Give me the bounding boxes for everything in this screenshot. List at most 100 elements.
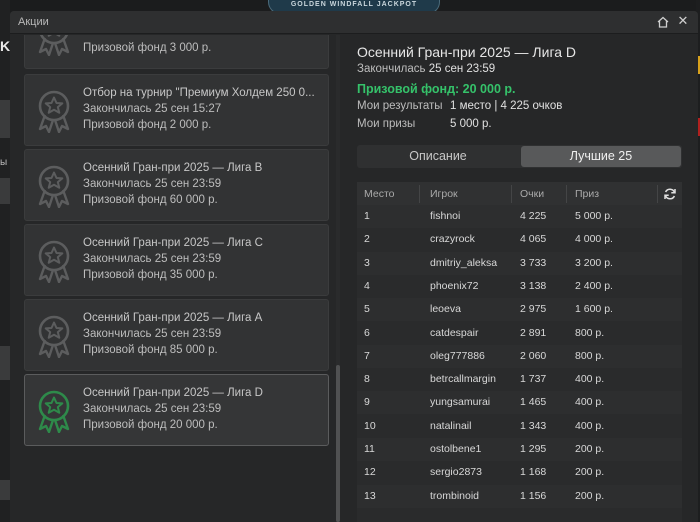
cell-points: 2 975 [520,303,547,316]
cell-prize: 400 р. [575,373,605,386]
cell-points: 2 060 [520,349,547,362]
promotions-scrollbar[interactable] [336,35,340,522]
table-row[interactable]: 5 leoeva 2 975 1 600 р. [357,298,682,322]
my-prizes-row: Мои призы 5 000 р. [357,118,492,130]
detail-ended-label: Закончилась [357,63,426,75]
my-results-value: 1 место | 4 225 очков [450,100,563,112]
cell-player: leoeva [430,303,461,316]
table-row[interactable]: 2 crazyrock 4 065 4 000 р. [357,228,682,252]
home-icon[interactable] [656,15,670,29]
promotion-card[interactable]: Отбор на турнир "Прогрессивный Нокаут ..… [24,35,329,69]
promotion-name: Осенний Гран-при 2025 — Лига D [83,387,263,399]
dialog-title: Акции [18,16,49,28]
scrollbar-thumb[interactable] [336,365,340,522]
table-row[interactable]: 11 ostolbene1 1 295 200 р. [357,438,682,461]
cell-prize: 4 000 р. [575,233,613,246]
cell-player: phoenix72 [430,279,479,292]
cell-prize: 200 р. [575,466,605,479]
cell-player: betrcallmargin [430,373,496,386]
refresh-icon[interactable] [663,187,677,201]
column-divider [419,185,420,203]
promotion-ended: Закончилась 25 сен 12:43 [83,35,221,38]
table-row[interactable]: 7 oleg777886 2 060 800 р. [357,344,682,368]
cell-place: 2 [364,233,370,246]
detail-title: Осенний Гран-при 2025 — Лига D [357,44,577,60]
cell-place: 12 [364,466,376,479]
cell-player: catdespair [430,326,479,339]
tab-top-25[interactable]: Лучшие 25 [521,146,681,167]
dialog-titlebar[interactable]: Акции ✕ [10,11,698,34]
my-results-label: Мои результаты [357,100,443,112]
promotion-card[interactable]: Осенний Гран-при 2025 — Лига D Закончила… [24,374,329,446]
column-divider [657,185,658,203]
table-row[interactable]: 4 phoenix72 3 138 2 400 р. [357,274,682,298]
tab-description[interactable]: Описание [358,146,518,167]
promotion-card[interactable]: Осенний Гран-при 2025 — Лига C Закончила… [24,224,329,296]
table-row[interactable]: 8 betrcallmargin 1 737 400 р. [357,368,682,392]
promotion-ended: Закончилась 25 сен 15:27 [83,103,222,115]
cell-place: 1 [364,210,370,222]
column-header-points[interactable]: Очки [520,188,544,200]
promotion-ended: Закончилась 25 сен 23:59 [83,253,222,265]
close-icon[interactable]: ✕ [676,14,690,28]
promotions-list[interactable]: Отбор на турнир "Прогрессивный Нокаут ..… [24,35,342,522]
detail-prize-pool: Призовой фонд: 20 000 р. [357,82,516,96]
cell-player: natalinail [430,419,472,432]
promotion-ended: Закончилась 25 сен 23:59 [83,178,222,190]
cell-points: 1 737 [520,373,547,386]
cell-points: 3 138 [520,279,547,292]
leaderboard-table: Место Игрок Очки Приз 1 fishnoi 4 225 5 … [357,182,682,522]
cell-player: trombinoid [430,489,480,502]
column-header-place[interactable]: Место [364,188,395,200]
promotion-card[interactable]: Осенний Гран-при 2025 — Лига B Закончила… [24,149,329,221]
table-row[interactable]: 13 trombinoid 1 156 200 р. [357,484,682,508]
cell-points: 2 891 [520,326,547,339]
table-row[interactable]: 9 yungsamurai 1 465 400 р. [357,391,682,415]
cell-place: 8 [364,373,370,386]
cell-place: 4 [364,279,370,292]
promotion-name: Осенний Гран-при 2025 — Лига B [83,162,263,174]
background-logo-icon: K [0,38,11,54]
promotion-prize: Призовой фонд 35 000 р. [83,269,218,281]
award-ribbon-icon [34,389,74,434]
cell-place: 10 [364,419,376,432]
cell-points: 1 343 [520,419,547,432]
cell-points: 1 295 [520,443,547,455]
cell-points: 4 225 [520,210,547,222]
promotion-card[interactable]: Осенний Гран-при 2025 — Лига A Закончила… [24,299,329,371]
cell-place: 13 [364,489,376,502]
promotion-name: Осенний Гран-при 2025 — Лига C [83,237,263,249]
cell-player: yungsamurai [430,396,491,409]
cell-points: 4 065 [520,233,547,246]
cell-place: 11 [364,443,375,455]
column-header-prize[interactable]: Приз [575,188,599,200]
promotion-prize: Призовой фонд 20 000 р. [83,419,218,431]
my-prizes-value: 5 000 р. [450,118,492,130]
leaderboard-header: Место Игрок Очки Приз [357,182,682,206]
cell-points: 3 733 [520,256,547,269]
promotion-name: Осенний Гран-при 2025 — Лига A [83,312,263,324]
column-divider [511,185,512,203]
cell-points: 1 465 [520,396,547,409]
award-ribbon-icon [34,164,74,209]
cell-place: 7 [364,349,370,362]
table-row[interactable]: 10 natalinail 1 343 400 р. [357,414,682,438]
table-row[interactable]: 1 fishnoi 4 225 5 000 р. [357,205,682,228]
award-ribbon-icon [34,89,74,134]
cell-player: fishnoi [430,210,461,222]
table-row[interactable]: 12 sergio2873 1 168 200 р. [357,461,682,485]
cell-prize: 400 р. [575,419,605,432]
promotion-prize: Призовой фонд 2 000 р. [83,119,212,131]
table-row[interactable]: 3 dmitriy_aleksa 3 733 3 200 р. [357,251,682,275]
cell-points: 1 156 [520,489,547,502]
cell-prize: 800 р. [575,326,605,339]
promotion-prize: Призовой фонд 3 000 р. [83,42,212,54]
column-header-player[interactable]: Игрок [430,188,458,200]
promotions-dialog: Акции ✕ Отбор на турнир "Прогрессивный Н… [10,11,698,522]
detail-tabs: Описание Лучшие 25 [357,145,682,168]
promotion-card[interactable]: Отбор на турнир "Премиум Холдем 250 0...… [24,74,329,146]
cell-player: dmitriy_aleksa [430,256,498,269]
cell-place: 6 [364,326,370,339]
table-row[interactable]: 6 catdespair 2 891 800 р. [357,321,682,345]
cell-prize: 1 600 р. [575,303,613,316]
